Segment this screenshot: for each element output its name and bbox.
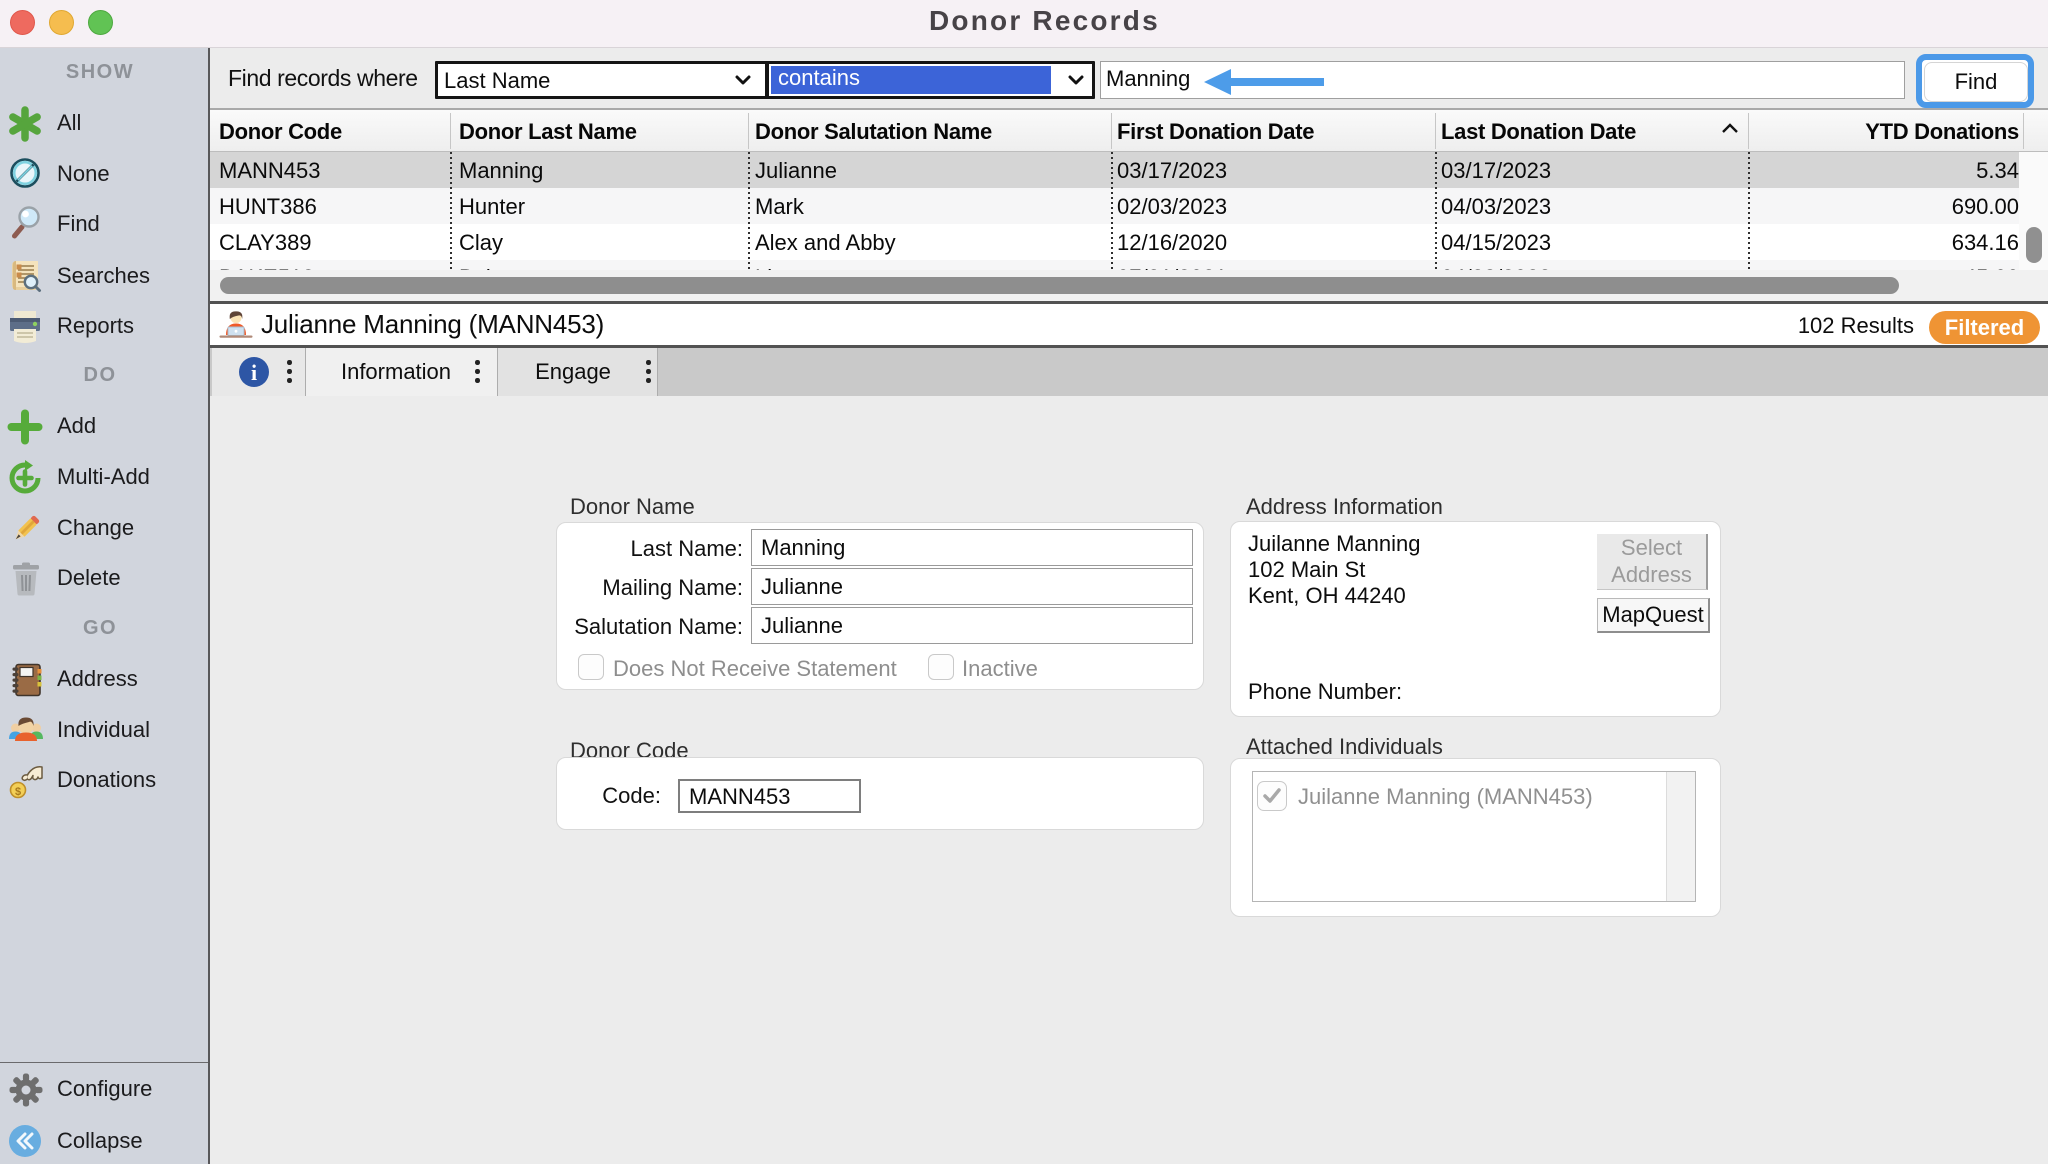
svg-text:i: i <box>251 360 257 385</box>
svg-text:$: $ <box>15 786 21 798</box>
